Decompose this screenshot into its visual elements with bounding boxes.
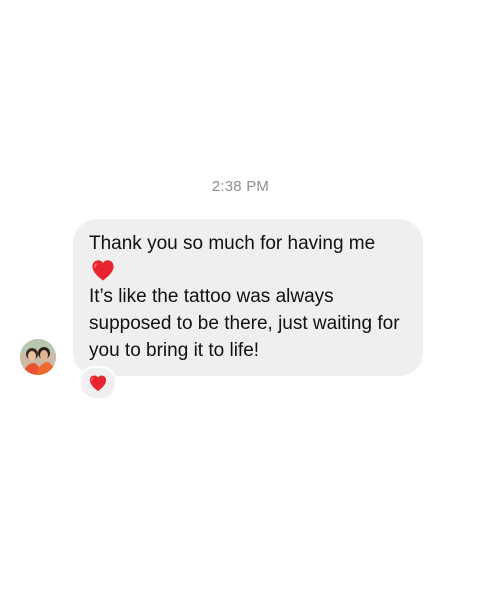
chat-screen: 2:38 PM Thank you so much for having me … <box>0 0 481 600</box>
message-line-2: It’s like the tattoo was always supposed… <box>89 286 400 361</box>
sender-avatar[interactable] <box>20 339 56 375</box>
red-heart-icon <box>92 260 114 281</box>
message-line-1: Thank you so much for having me <box>89 233 376 254</box>
message-timestamp: 2:38 PM <box>211 178 270 195</box>
message-bubble[interactable]: Thank you so much for having me It’s lik… <box>73 219 423 376</box>
heart-reaction[interactable] <box>79 366 117 400</box>
avatar-photo-icon <box>20 339 56 375</box>
red-heart-icon <box>89 375 107 392</box>
